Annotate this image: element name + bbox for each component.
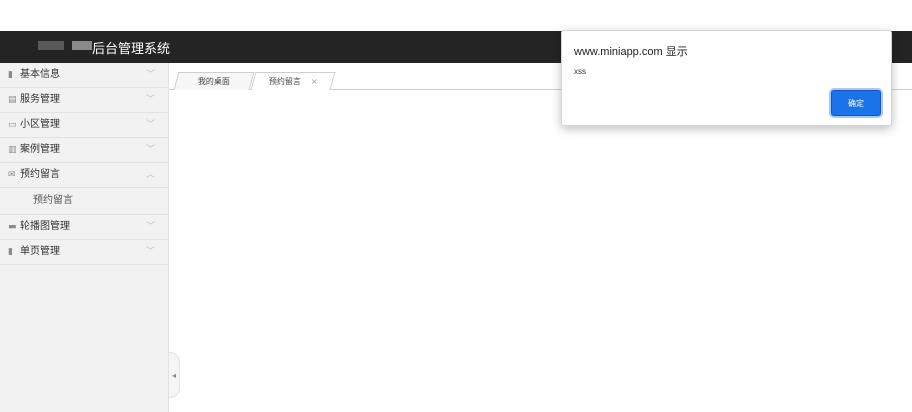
dialog-message: xss bbox=[574, 67, 586, 76]
page-icon: ▮ bbox=[8, 247, 13, 257]
mail-icon: ✉ bbox=[8, 170, 16, 180]
sidebar-item-label: 基本信息 bbox=[20, 69, 60, 80]
sidebar-item-label: 案例管理 bbox=[20, 144, 60, 155]
logo-block-dark bbox=[38, 41, 64, 50]
sidebar-item-label: 轮播图管理 bbox=[20, 221, 70, 232]
logo-block-light bbox=[72, 41, 92, 50]
list-icon: ▤ bbox=[8, 95, 17, 105]
chevron-down-icon: ﹀ bbox=[146, 247, 156, 257]
sidebar-item-appointments[interactable]: ✉ 预约留言 ︿ bbox=[0, 163, 168, 188]
chevron-left-icon: ◂ bbox=[171, 370, 176, 380]
dialog-title: www.miniapp.com 显示 bbox=[574, 46, 688, 58]
sidebar-collapse-handle[interactable]: ◂ bbox=[169, 352, 180, 398]
tab-label: 我的桌面 bbox=[197, 77, 230, 86]
sidebar-item-label: 服务管理 bbox=[20, 94, 60, 105]
alert-dialog: www.miniapp.com 显示 xss 确定 bbox=[561, 30, 892, 126]
calendar-icon: ▥ bbox=[8, 145, 17, 155]
app-title: 后台管理系统 bbox=[92, 42, 171, 57]
document-icon: ▮ bbox=[8, 70, 13, 80]
tab-my-desktop[interactable]: 我的桌面 bbox=[173, 72, 255, 90]
sidebar-item-community[interactable]: ▭ 小区管理 ﹀ bbox=[0, 113, 168, 138]
chevron-down-icon: ﹀ bbox=[146, 222, 156, 232]
sidebar-subitem-appointments[interactable]: 预约留言 bbox=[0, 188, 168, 215]
chevron-up-icon: ︿ bbox=[146, 170, 156, 180]
chevron-down-icon: ﹀ bbox=[146, 95, 156, 105]
image-icon: ▬ bbox=[8, 222, 17, 232]
chevron-down-icon: ﹀ bbox=[146, 70, 156, 80]
chevron-down-icon: ﹀ bbox=[146, 120, 156, 130]
sidebar-item-label: 单页管理 bbox=[20, 246, 60, 257]
sidebar-item-service[interactable]: ▤ 服务管理 ﹀ bbox=[0, 88, 168, 113]
sidebar-item-carousel[interactable]: ▬ 轮播图管理 ﹀ bbox=[0, 215, 168, 240]
sidebar-item-cases[interactable]: ▥ 案例管理 ﹀ bbox=[0, 138, 168, 163]
chevron-down-icon: ﹀ bbox=[146, 145, 156, 155]
close-icon[interactable]: × bbox=[311, 77, 318, 86]
sidebar-item-label: 预约留言 bbox=[20, 169, 60, 180]
sidebar-item-basic-info[interactable]: ▮ 基本信息 ﹀ bbox=[0, 63, 168, 88]
sidebar-item-single-page[interactable]: ▮ 单页管理 ﹀ bbox=[0, 240, 168, 265]
sidebar: ▮ 基本信息 ﹀ ▤ 服务管理 ﹀ ▭ 小区管理 ﹀ ▥ 案例管理 ﹀ ✉ 预约… bbox=[0, 63, 169, 412]
tab-appointments[interactable]: 预约留言 × bbox=[250, 72, 336, 90]
tab-label: 预约留言 bbox=[268, 77, 301, 86]
logo bbox=[38, 40, 92, 52]
sidebar-item-label: 小区管理 bbox=[20, 119, 60, 130]
ok-button[interactable]: 确定 bbox=[831, 90, 881, 116]
window-icon: ▭ bbox=[8, 120, 17, 130]
